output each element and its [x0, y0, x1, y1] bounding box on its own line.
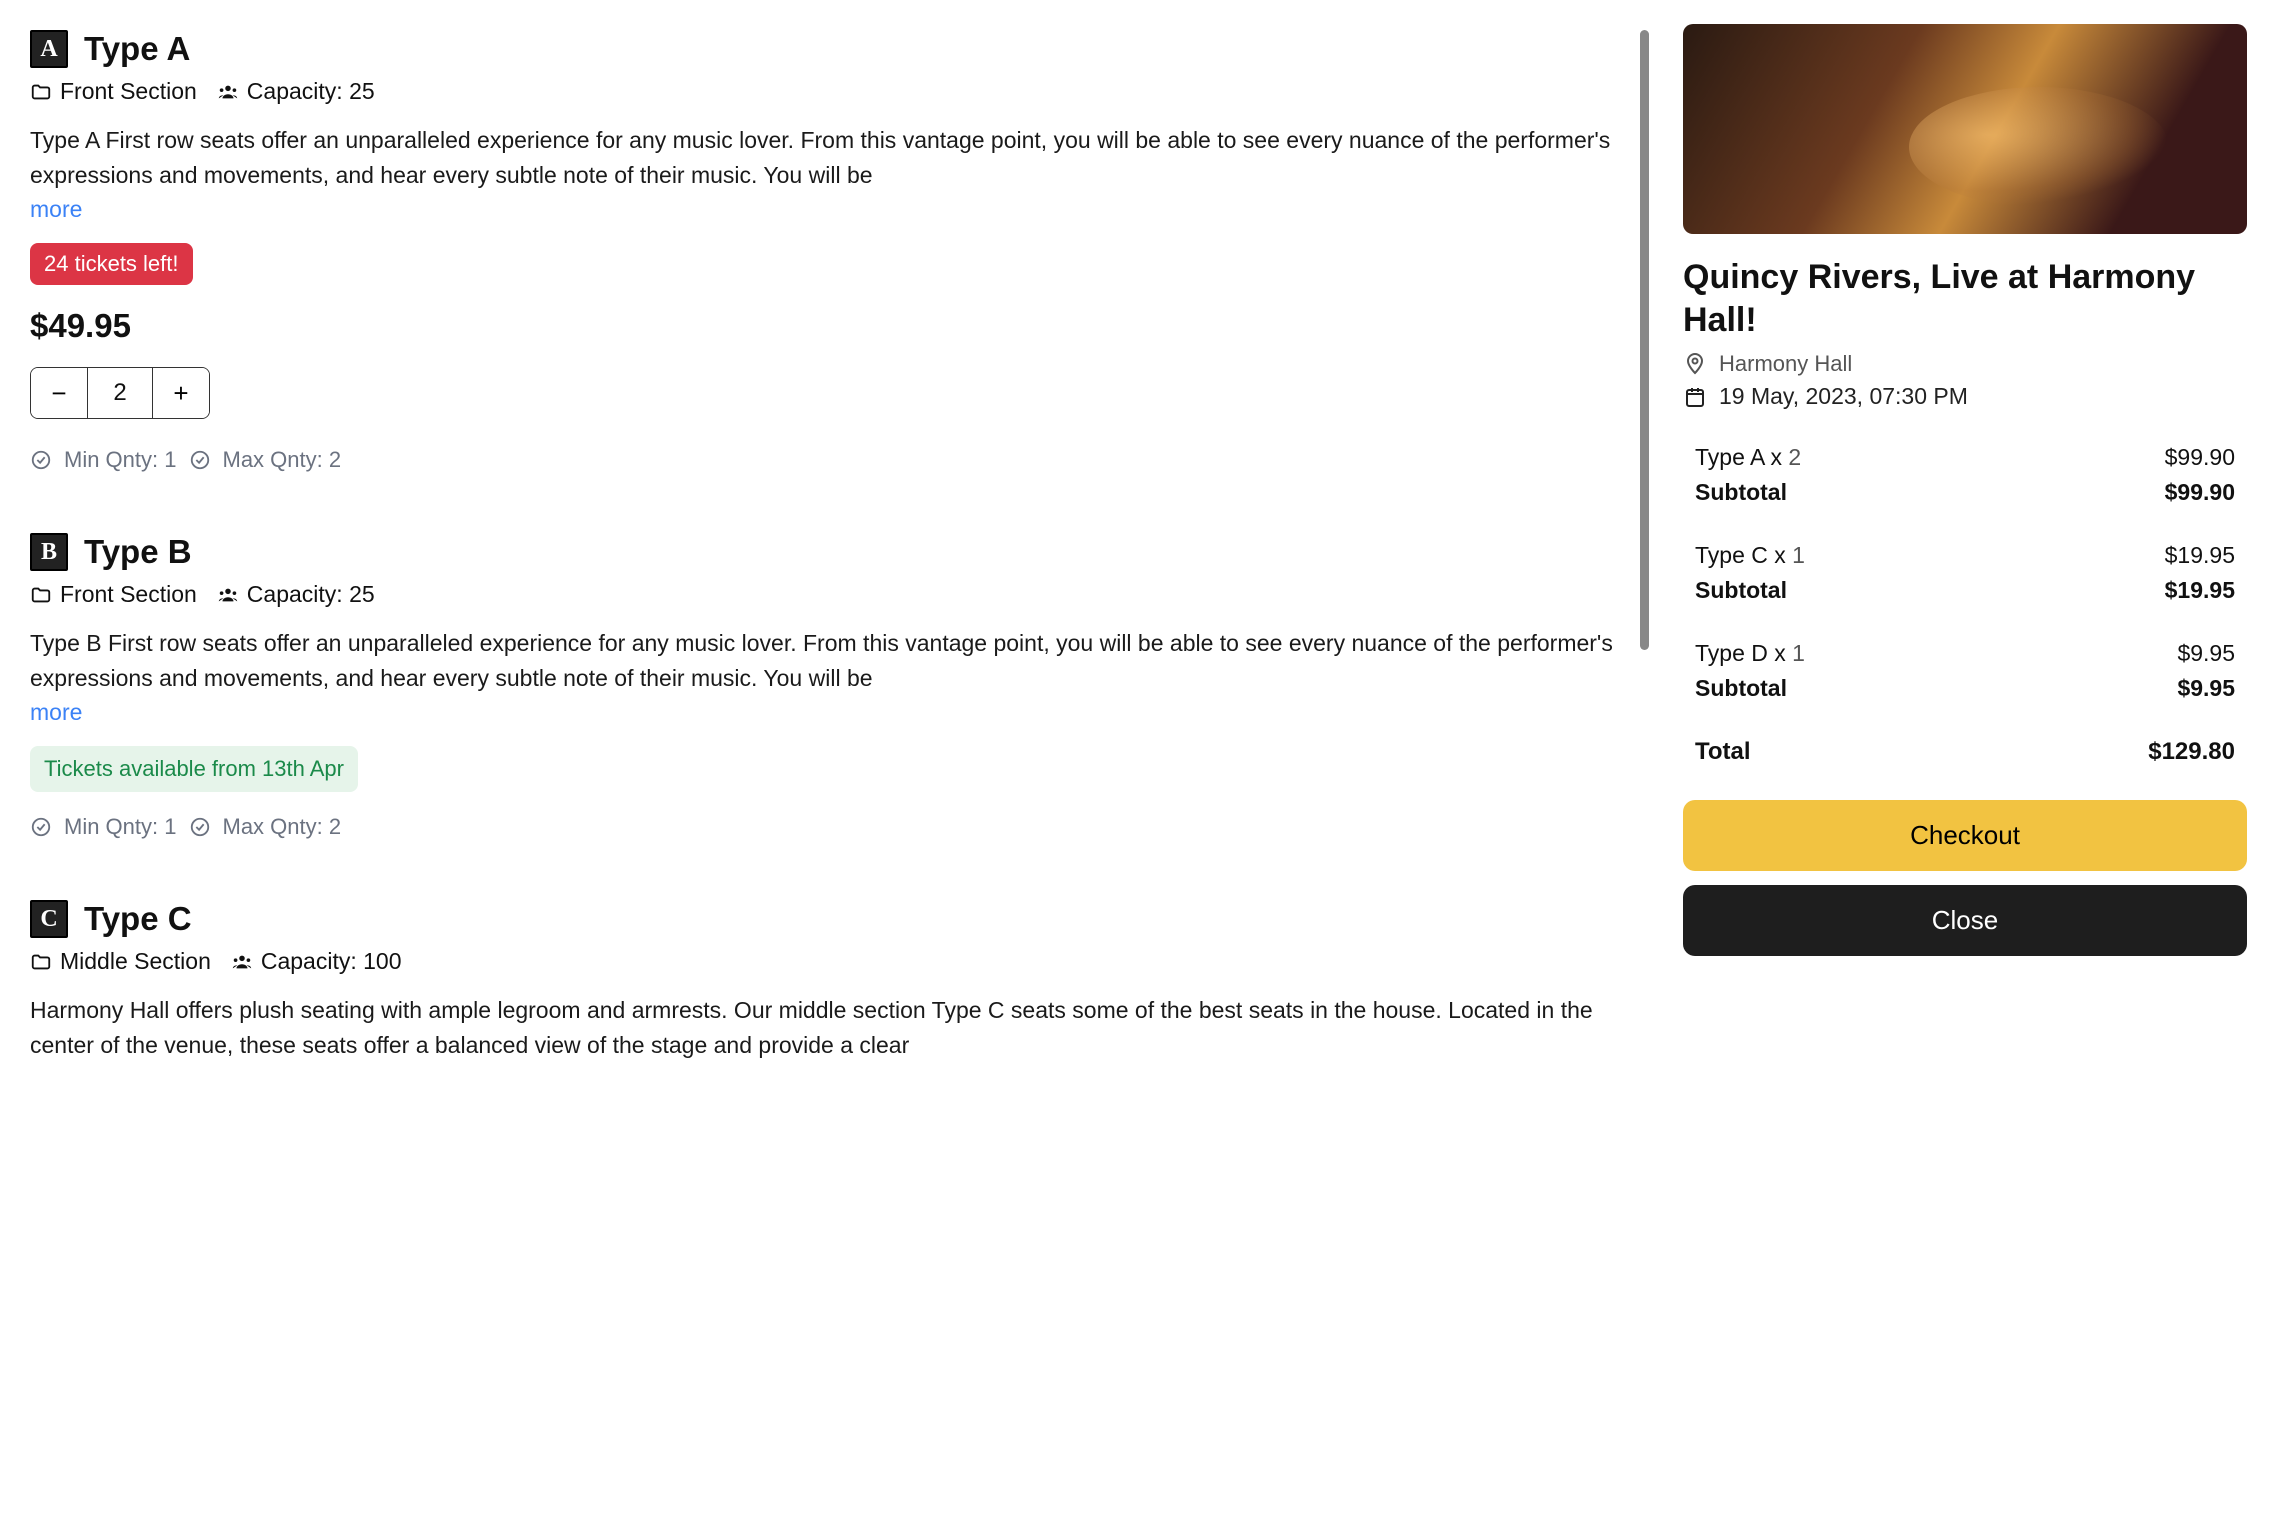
total-label: Total	[1695, 738, 1751, 766]
calendar-icon	[1683, 385, 1707, 409]
availability-pill: 24 tickets left!	[30, 243, 193, 285]
cart-item-amount: $19.95	[2165, 542, 2235, 569]
ticket-block-c: C Type C Middle Section Capacity: 100 Ha…	[30, 900, 1625, 1062]
ticket-capacity: 25	[349, 581, 375, 607]
cart-item-label: Type A x	[1695, 444, 1788, 470]
order-summary: Quincy Rivers, Live at Harmony Hall! Har…	[1655, 0, 2275, 1538]
max-qnty-value: 2	[329, 814, 341, 839]
event-title: Quincy Rivers, Live at Harmony Hall!	[1683, 256, 2247, 341]
groups-icon	[217, 81, 239, 103]
qty-value: 2	[87, 368, 153, 418]
min-qnty-label: Min Qnty:	[64, 814, 164, 839]
ticket-name: Type B	[84, 533, 192, 571]
ticket-section: Middle Section	[60, 948, 211, 975]
check-circle-icon	[189, 816, 211, 838]
more-link[interactable]: more	[30, 699, 82, 726]
ticket-description: Harmony Hall offers plush seating with a…	[30, 993, 1625, 1062]
check-circle-icon	[30, 449, 52, 471]
qty-increment-button[interactable]: +	[153, 368, 209, 418]
ticket-capacity: 25	[349, 78, 375, 104]
ticket-description: Type B First row seats offer an unparall…	[30, 626, 1625, 695]
cart-item-amount: $9.95	[2177, 640, 2235, 667]
ticket-name: Type C	[84, 900, 192, 938]
ticket-section: Front Section	[60, 78, 197, 105]
ticket-block-a: A Type A Front Section Capacity: 25 Type…	[30, 30, 1625, 473]
qty-decrement-button[interactable]: −	[31, 368, 87, 418]
max-qnty-value: 2	[329, 447, 341, 472]
groups-icon	[217, 584, 239, 606]
groups-icon	[231, 951, 253, 973]
max-qnty-label: Max Qnty:	[223, 447, 329, 472]
event-datetime: 19 May, 2023, 07:30 PM	[1719, 383, 1968, 410]
folder-icon	[30, 951, 52, 973]
subtotal-label: Subtotal	[1695, 675, 1787, 702]
cart-item-subtotal: $19.95	[2165, 577, 2235, 604]
cart-item-label: Type C x	[1695, 542, 1792, 568]
check-circle-icon	[189, 449, 211, 471]
cart-item-qty: 1	[1792, 640, 1805, 666]
cart-item-label: Type D x	[1695, 640, 1792, 666]
ticket-section: Front Section	[60, 581, 197, 608]
min-qnty-value: 1	[164, 447, 176, 472]
cart: Type A x 2 $99.90 Subtotal $99.90 Type C…	[1683, 440, 2247, 800]
event-venue: Harmony Hall	[1719, 351, 1852, 377]
capacity-label: Capacity:	[247, 581, 349, 607]
ticket-description: Type A First row seats offer an unparall…	[30, 123, 1625, 192]
cart-item-qty: 2	[1788, 444, 1801, 470]
ticket-name: Type A	[84, 30, 190, 68]
cart-item-qty: 1	[1792, 542, 1805, 568]
checkout-button[interactable]: Checkout	[1683, 800, 2247, 871]
close-button[interactable]: Close	[1683, 885, 2247, 956]
quantity-stepper: − 2 +	[30, 367, 210, 419]
ticket-badge: C	[30, 900, 68, 938]
subtotal-label: Subtotal	[1695, 479, 1787, 506]
capacity-label: Capacity:	[247, 78, 349, 104]
ticket-block-b: B Type B Front Section Capacity: 25 Type…	[30, 533, 1625, 840]
folder-icon	[30, 584, 52, 606]
ticket-badge: A	[30, 30, 68, 68]
folder-icon	[30, 81, 52, 103]
check-circle-icon	[30, 816, 52, 838]
capacity-label: Capacity:	[261, 948, 363, 974]
cart-item-subtotal: $9.95	[2177, 675, 2235, 702]
ticket-price: $49.95	[30, 307, 1625, 345]
more-link[interactable]: more	[30, 196, 82, 223]
cart-item-subtotal: $99.90	[2165, 479, 2235, 506]
event-image	[1683, 24, 2247, 234]
location-icon	[1683, 352, 1707, 376]
total-amount: $129.80	[2148, 738, 2235, 766]
ticket-badge: B	[30, 533, 68, 571]
upcoming-pill: Tickets available from 13th Apr	[30, 746, 358, 792]
ticket-capacity: 100	[363, 948, 401, 974]
max-qnty-label: Max Qnty:	[223, 814, 329, 839]
ticket-list: A Type A Front Section Capacity: 25 Type…	[0, 0, 1655, 1538]
scrollbar[interactable]	[1640, 30, 1649, 650]
min-qnty-label: Min Qnty:	[64, 447, 164, 472]
cart-item-amount: $99.90	[2165, 444, 2235, 471]
min-qnty-value: 1	[164, 814, 176, 839]
subtotal-label: Subtotal	[1695, 577, 1787, 604]
